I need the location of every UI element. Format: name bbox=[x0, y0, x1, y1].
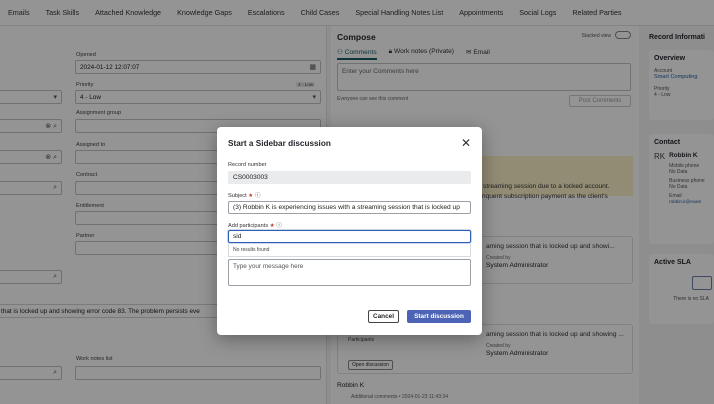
no-results-dropdown: No results found bbox=[228, 244, 471, 257]
participants-label: Add participants bbox=[228, 223, 269, 229]
subject-label-row: Subject ★ ⓘ bbox=[228, 191, 260, 199]
info-icon[interactable]: ⓘ bbox=[276, 223, 282, 229]
info-icon[interactable]: ⓘ bbox=[255, 193, 261, 199]
required-icon: ★ bbox=[269, 223, 275, 229]
record-number-label: Record number bbox=[228, 162, 267, 168]
close-icon[interactable]: ✕ bbox=[461, 136, 471, 150]
participants-input[interactable]: sid bbox=[228, 230, 471, 243]
start-discussion-button[interactable]: Start discussion bbox=[407, 310, 471, 323]
participants-label-row: Add participants ★ ⓘ bbox=[228, 221, 282, 229]
subject-field[interactable]: (3) Robbin K is experiencing issues with… bbox=[228, 201, 471, 214]
required-icon: ★ bbox=[248, 193, 254, 199]
message-textarea[interactable]: Type your message here bbox=[228, 259, 471, 286]
modal-title: Start a Sidebar discussion bbox=[228, 139, 331, 148]
subject-label: Subject bbox=[228, 193, 247, 199]
cancel-button[interactable]: Cancel bbox=[368, 310, 399, 323]
sidebar-discussion-modal: Start a Sidebar discussion ✕ Record numb… bbox=[217, 127, 482, 335]
record-number-field: CS0003003 bbox=[228, 171, 471, 184]
